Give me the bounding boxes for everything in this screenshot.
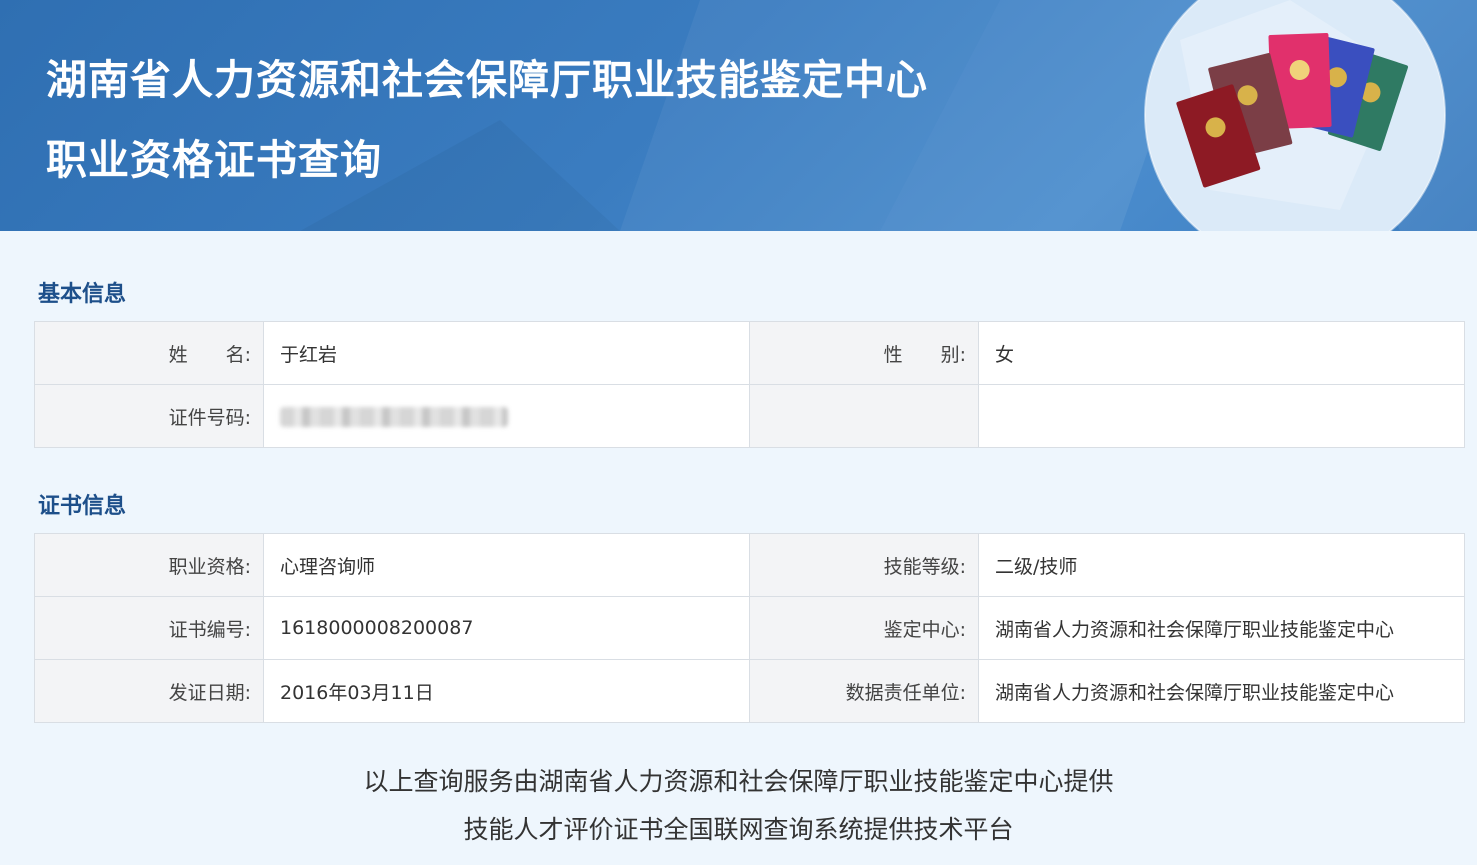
id-number-value (263, 384, 750, 448)
table-row: 职业资格: 心理咨询师 技能等级: 二级/技师 (34, 533, 1465, 597)
skill-level-label: 技能等级: (749, 533, 979, 597)
qualification-value: 心理咨询师 (263, 533, 750, 597)
table-row: 证书编号: 1618000008200087 鉴定中心: 湖南省人力资源和社会保… (34, 596, 1465, 660)
gender-label: 性 别: (749, 321, 979, 385)
cert-info-section-title: 证书信息 (38, 494, 127, 519)
appraisal-center-label: 鉴定中心: (749, 596, 979, 660)
page-title: 湖南省人力资源和社会保障厅职业技能鉴定中心 (46, 56, 928, 104)
table-row: 姓 名: 于红岩 性 别: 女 (34, 321, 1465, 385)
id-number-label: 证件号码: (34, 384, 264, 448)
redacted-id-number (280, 406, 508, 427)
footer-service-note: 以上查询服务由湖南省人力资源和社会保障厅职业技能鉴定中心提供 (363, 767, 1114, 796)
page-subtitle: 职业资格证书查询 (46, 136, 382, 184)
basic-info-section-title: 基本信息 (38, 282, 127, 307)
name-label: 姓 名: (34, 321, 264, 385)
page-header: 湖南省人力资源和社会保障厅职业技能鉴定中心 职业资格证书查询 (0, 0, 1477, 231)
data-unit-value: 湖南省人力资源和社会保障厅职业技能鉴定中心 (978, 659, 1465, 723)
appraisal-center-value: 湖南省人力资源和社会保障厅职业技能鉴定中心 (978, 596, 1465, 660)
qualification-label: 职业资格: (34, 533, 264, 597)
table-row: 发证日期: 2016年03月11日 数据责任单位: 湖南省人力资源和社会保障厅职… (34, 659, 1465, 723)
skill-level-value: 二级/技师 (978, 533, 1465, 597)
cert-number-value: 1618000008200087 (263, 596, 750, 660)
certificate-books-icon (1144, 0, 1446, 231)
empty-label-cell (749, 384, 979, 448)
name-value: 于红岩 (263, 321, 750, 385)
gender-value: 女 (978, 321, 1465, 385)
empty-value-cell (978, 384, 1465, 448)
data-unit-label: 数据责任单位: (749, 659, 979, 723)
cert-number-label: 证书编号: (34, 596, 264, 660)
issue-date-value: 2016年03月11日 (263, 659, 750, 723)
cert-info-table: 职业资格: 心理咨询师 技能等级: 二级/技师 证书编号: 1618000008… (34, 533, 1465, 723)
footer-platform-note: 技能人才评价证书全国联网查询系统提供技术平台 (463, 815, 1014, 844)
basic-info-table: 姓 名: 于红岩 性 别: 女 证件号码: (34, 321, 1465, 448)
table-row: 证件号码: (34, 384, 1465, 448)
issue-date-label: 发证日期: (34, 659, 264, 723)
